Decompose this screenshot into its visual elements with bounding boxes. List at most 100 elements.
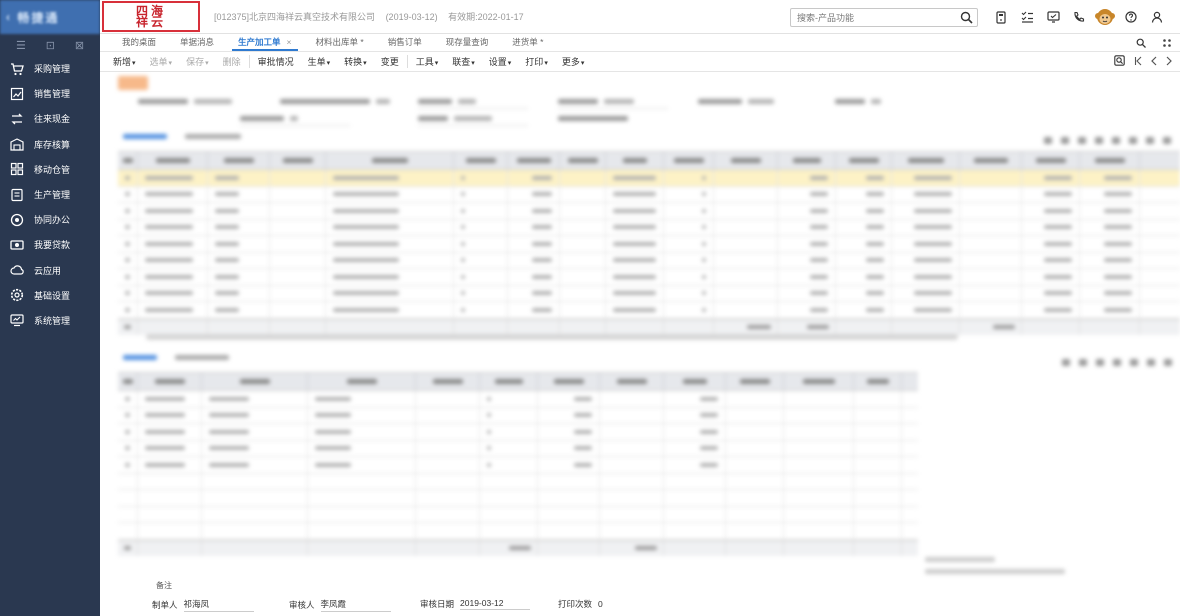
column-header[interactable]: [480, 373, 538, 390]
table-row[interactable]: [118, 407, 918, 424]
table-cell[interactable]: [892, 269, 960, 285]
table-cell[interactable]: [778, 252, 836, 268]
sidebar-item-11[interactable]: 系统管理: [0, 308, 100, 333]
table-row[interactable]: [118, 391, 918, 408]
table-row[interactable]: [118, 457, 918, 474]
table-cell[interactable]: [784, 490, 854, 506]
table-cell[interactable]: [480, 506, 538, 522]
table-cell[interactable]: [714, 302, 778, 318]
table-cell[interactable]: [138, 506, 202, 522]
table-cell[interactable]: [1022, 252, 1080, 268]
table-cell[interactable]: [508, 186, 560, 202]
table-cell[interactable]: [560, 203, 606, 219]
column-header[interactable]: [1080, 152, 1140, 169]
table-cell[interactable]: [600, 523, 664, 539]
table-cell[interactable]: [600, 440, 664, 456]
toolbar-button-9[interactable]: 工具▾: [409, 55, 446, 68]
table-cell[interactable]: [1080, 302, 1140, 318]
table-cell[interactable]: [606, 236, 664, 252]
table-cell[interactable]: [202, 391, 308, 407]
table-cell[interactable]: [308, 506, 416, 522]
header-field[interactable]: [698, 96, 808, 106]
column-header[interactable]: [416, 373, 480, 390]
table-cell[interactable]: [1080, 252, 1140, 268]
table-cell[interactable]: [784, 424, 854, 440]
horizontal-scrollbar[interactable]: [146, 334, 958, 340]
column-header[interactable]: [538, 373, 600, 390]
table-cell[interactable]: [308, 391, 416, 407]
table-cell[interactable]: [664, 252, 714, 268]
table-cell[interactable]: [138, 219, 208, 235]
sidebar-item-6[interactable]: 生产管理: [0, 182, 100, 207]
table-cell[interactable]: [1080, 285, 1140, 301]
table-cell[interactable]: [118, 269, 138, 285]
column-header[interactable]: [308, 373, 416, 390]
table-cell[interactable]: [606, 219, 664, 235]
column-header[interactable]: [600, 373, 664, 390]
table-cell[interactable]: [508, 252, 560, 268]
table-cell[interactable]: [600, 424, 664, 440]
table-cell[interactable]: [892, 219, 960, 235]
table-cell[interactable]: [270, 170, 326, 186]
table-cell[interactable]: [508, 203, 560, 219]
table-cell[interactable]: [960, 285, 1022, 301]
collapse-icon[interactable]: ⊡: [46, 39, 55, 52]
table-cell[interactable]: [454, 252, 508, 268]
table-cell[interactable]: [454, 186, 508, 202]
table-cell[interactable]: [960, 236, 1022, 252]
column-header[interactable]: [138, 373, 202, 390]
close-tab-icon[interactable]: ×: [287, 37, 292, 47]
sidebar-item-1[interactable]: 采购管理: [0, 56, 100, 81]
table-cell[interactable]: [308, 407, 416, 423]
table-cell[interactable]: [778, 186, 836, 202]
header-field[interactable]: [418, 96, 528, 109]
edit-icon[interactable]: ⊠: [75, 39, 84, 52]
user-icon[interactable]: [1144, 8, 1170, 26]
table-cell[interactable]: [600, 457, 664, 473]
table-cell[interactable]: [854, 490, 902, 506]
table-cell[interactable]: [778, 269, 836, 285]
table-cell[interactable]: [118, 252, 138, 268]
table-cell[interactable]: [202, 490, 308, 506]
column-header[interactable]: [664, 373, 726, 390]
toolbar-button-5[interactable]: 审批情况: [251, 55, 301, 68]
detail-grid[interactable]: [118, 151, 1180, 335]
table-cell[interactable]: [714, 170, 778, 186]
task-list-icon[interactable]: [1014, 8, 1040, 26]
table-cell[interactable]: [508, 302, 560, 318]
column-header[interactable]: [454, 152, 508, 169]
table-cell[interactable]: [714, 285, 778, 301]
table-cell[interactable]: [118, 203, 138, 219]
table-cell[interactable]: [784, 440, 854, 456]
table-cell[interactable]: [560, 170, 606, 186]
table-cell[interactable]: [308, 473, 416, 489]
table-cell[interactable]: [270, 186, 326, 202]
phone-icon[interactable]: [1066, 8, 1092, 26]
table-row[interactable]: [118, 490, 918, 507]
table-cell[interactable]: [326, 285, 454, 301]
find-record-icon[interactable]: [1114, 55, 1125, 68]
table-cell[interactable]: [270, 236, 326, 252]
table-cell[interactable]: [836, 170, 892, 186]
table-cell[interactable]: [118, 457, 138, 473]
table-cell[interactable]: [560, 302, 606, 318]
table-cell[interactable]: [714, 219, 778, 235]
table-cell[interactable]: [138, 457, 202, 473]
table-cell[interactable]: [416, 473, 480, 489]
prev-record-icon[interactable]: [1151, 56, 1157, 68]
table-cell[interactable]: [416, 440, 480, 456]
table-cell[interactable]: [606, 285, 664, 301]
table-cell[interactable]: [1080, 269, 1140, 285]
table-cell[interactable]: [202, 440, 308, 456]
table-cell[interactable]: [600, 506, 664, 522]
table-cell[interactable]: [208, 269, 270, 285]
table-cell[interactable]: [138, 407, 202, 423]
help-icon[interactable]: [1118, 8, 1144, 26]
table-cell[interactable]: [308, 424, 416, 440]
table-cell[interactable]: [270, 203, 326, 219]
table-cell[interactable]: [960, 219, 1022, 235]
table-cell[interactable]: [480, 424, 538, 440]
table-cell[interactable]: [664, 523, 726, 539]
more-dots-icon[interactable]: [1154, 34, 1180, 52]
app-logo[interactable]: ‹ 畅捷通: [0, 0, 100, 34]
